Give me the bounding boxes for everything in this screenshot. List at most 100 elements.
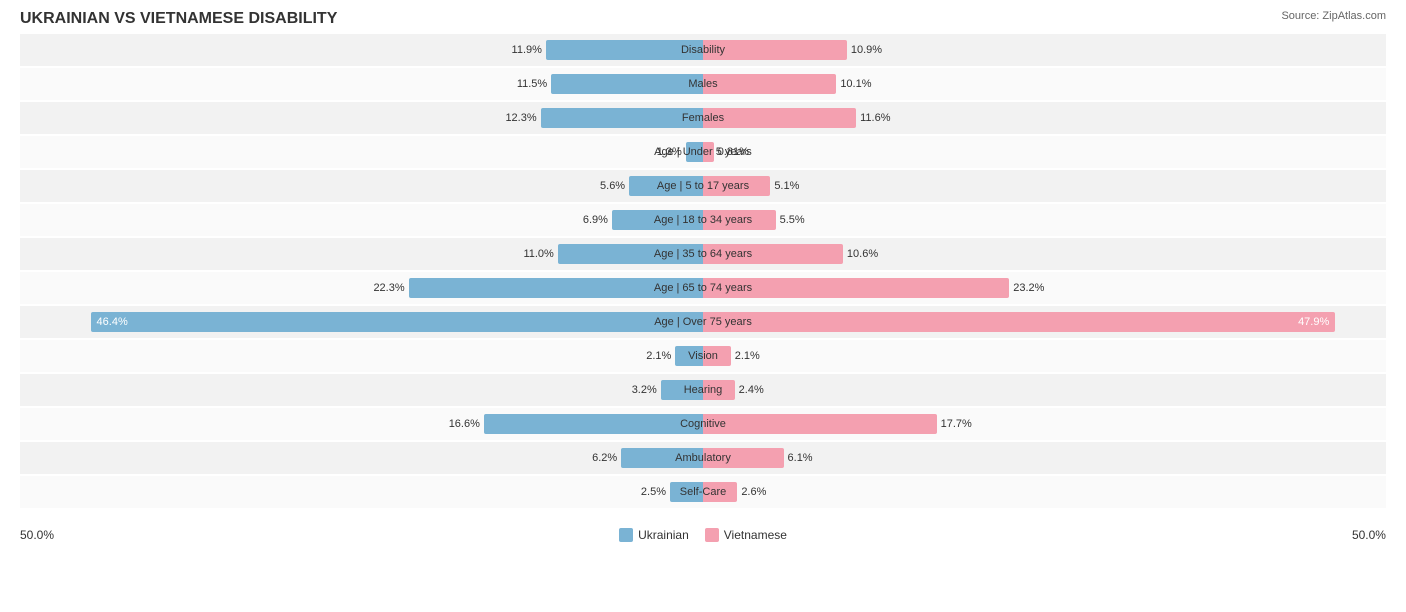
value-right: 5.1% bbox=[774, 180, 799, 192]
left-side: 11.0% bbox=[20, 238, 703, 270]
bar-row: 11.0% Age | 35 to 64 years 10.6% bbox=[20, 238, 1386, 270]
value-right: 17.7% bbox=[941, 418, 972, 430]
chart-container: UKRAINIAN VS VIETNAMESE DISABILITY Sourc… bbox=[0, 0, 1406, 612]
value-left: 5.6% bbox=[600, 180, 625, 192]
source-text: Source: ZipAtlas.com bbox=[1281, 10, 1386, 22]
right-side: 5.5% bbox=[703, 204, 1386, 236]
bar-right bbox=[703, 74, 836, 94]
bar-label-center: Age | 5 to 17 years bbox=[657, 170, 749, 202]
bar-row: 46.4% Age | Over 75 years 47.9% bbox=[20, 306, 1386, 338]
left-side: 46.4% bbox=[20, 306, 703, 338]
left-side: 1.3% bbox=[20, 136, 703, 168]
bar-label-center: Ambulatory bbox=[675, 442, 731, 474]
right-side: 23.2% bbox=[703, 272, 1386, 304]
right-side: 2.1% bbox=[703, 340, 1386, 372]
left-side: 6.9% bbox=[20, 204, 703, 236]
value-left: 22.3% bbox=[373, 282, 404, 294]
left-side: 11.9% bbox=[20, 34, 703, 66]
value-left: 11.5% bbox=[517, 78, 547, 90]
bar-left bbox=[541, 108, 703, 128]
bar-left bbox=[546, 40, 703, 60]
right-side: 10.1% bbox=[703, 68, 1386, 100]
value-right: 10.1% bbox=[840, 78, 871, 90]
bar-row: 5.6% Age | 5 to 17 years 5.1% bbox=[20, 170, 1386, 202]
value-inside-right: 47.9% bbox=[1298, 316, 1329, 328]
legend-label-ukrainian: Ukrainian bbox=[638, 528, 689, 542]
bar-left: 46.4% bbox=[91, 312, 703, 332]
bar-row: 1.3% Age | Under 5 years 0.81% bbox=[20, 136, 1386, 168]
bar-right: 47.9% bbox=[703, 312, 1335, 332]
value-left: 2.5% bbox=[641, 486, 666, 498]
bar-row: 2.5% Self-Care 2.6% bbox=[20, 476, 1386, 508]
right-side: 11.6% bbox=[703, 102, 1386, 134]
value-left: 6.9% bbox=[583, 214, 608, 226]
value-left: 3.2% bbox=[632, 384, 657, 396]
right-side: 10.6% bbox=[703, 238, 1386, 270]
bar-label-center: Age | Over 75 years bbox=[654, 306, 752, 338]
value-left: 11.0% bbox=[523, 248, 553, 260]
bar-row: 11.5% Males 10.1% bbox=[20, 68, 1386, 100]
value-left: 2.1% bbox=[646, 350, 671, 362]
bar-left bbox=[484, 414, 703, 434]
bar-label-center: Self-Care bbox=[680, 476, 726, 508]
bar-label-center: Age | Under 5 years bbox=[654, 136, 752, 168]
bar-right bbox=[703, 414, 937, 434]
right-side: 0.81% bbox=[703, 136, 1386, 168]
value-right: 10.6% bbox=[847, 248, 878, 260]
chart-area: 11.9% Disability 10.9% 11.5% Males 10.1%… bbox=[20, 34, 1386, 524]
left-side: 16.6% bbox=[20, 408, 703, 440]
legend: Ukrainian Vietnamese bbox=[619, 528, 787, 542]
left-side: 11.5% bbox=[20, 68, 703, 100]
right-side: 47.9% bbox=[703, 306, 1386, 338]
value-right: 23.2% bbox=[1013, 282, 1044, 294]
left-side: 12.3% bbox=[20, 102, 703, 134]
bar-row: 6.9% Age | 18 to 34 years 5.5% bbox=[20, 204, 1386, 236]
left-side: 6.2% bbox=[20, 442, 703, 474]
bar-label-center: Age | 18 to 34 years bbox=[654, 204, 752, 236]
bar-label-center: Cognitive bbox=[680, 408, 726, 440]
bar-row: 12.3% Females 11.6% bbox=[20, 102, 1386, 134]
value-right: 2.6% bbox=[741, 486, 766, 498]
legend-label-vietnamese: Vietnamese bbox=[724, 528, 787, 542]
bar-label-center: Females bbox=[682, 102, 724, 134]
value-right: 6.1% bbox=[788, 452, 813, 464]
value-right: 10.9% bbox=[851, 44, 882, 56]
bar-label-center: Vision bbox=[688, 340, 718, 372]
bar-label-center: Age | 35 to 64 years bbox=[654, 238, 752, 270]
bar-row: 11.9% Disability 10.9% bbox=[20, 34, 1386, 66]
bar-row: 16.6% Cognitive 17.7% bbox=[20, 408, 1386, 440]
bar-label-center: Disability bbox=[681, 34, 725, 66]
right-side: 6.1% bbox=[703, 442, 1386, 474]
value-left: 16.6% bbox=[449, 418, 480, 430]
bar-label-center: Hearing bbox=[684, 374, 723, 406]
value-right: 2.4% bbox=[739, 384, 764, 396]
right-side: 10.9% bbox=[703, 34, 1386, 66]
value-right: 5.5% bbox=[780, 214, 805, 226]
left-side: 5.6% bbox=[20, 170, 703, 202]
right-side: 2.4% bbox=[703, 374, 1386, 406]
bar-row: 2.1% Vision 2.1% bbox=[20, 340, 1386, 372]
bar-label-center: Males bbox=[688, 68, 717, 100]
left-side: 2.1% bbox=[20, 340, 703, 372]
legend-box-vietnamese bbox=[705, 528, 719, 542]
chart-footer: 50.0% Ukrainian Vietnamese 50.0% bbox=[20, 528, 1386, 542]
bar-row: 6.2% Ambulatory 6.1% bbox=[20, 442, 1386, 474]
left-side: 2.5% bbox=[20, 476, 703, 508]
left-side: 3.2% bbox=[20, 374, 703, 406]
bar-row: 3.2% Hearing 2.4% bbox=[20, 374, 1386, 406]
legend-box-ukrainian bbox=[619, 528, 633, 542]
axis-right-label: 50.0% bbox=[1352, 528, 1386, 542]
legend-item-vietnamese: Vietnamese bbox=[705, 528, 787, 542]
chart-title: UKRAINIAN VS VIETNAMESE DISABILITY bbox=[20, 10, 1386, 28]
legend-item-ukrainian: Ukrainian bbox=[619, 528, 689, 542]
value-right: 2.1% bbox=[735, 350, 760, 362]
bar-row: 22.3% Age | 65 to 74 years 23.2% bbox=[20, 272, 1386, 304]
bar-right bbox=[703, 108, 856, 128]
right-side: 2.6% bbox=[703, 476, 1386, 508]
value-left: 11.9% bbox=[512, 44, 542, 56]
right-side: 5.1% bbox=[703, 170, 1386, 202]
value-right: 11.6% bbox=[860, 112, 890, 124]
right-side: 17.7% bbox=[703, 408, 1386, 440]
bar-label-center: Age | 65 to 74 years bbox=[654, 272, 752, 304]
value-left: 6.2% bbox=[592, 452, 617, 464]
